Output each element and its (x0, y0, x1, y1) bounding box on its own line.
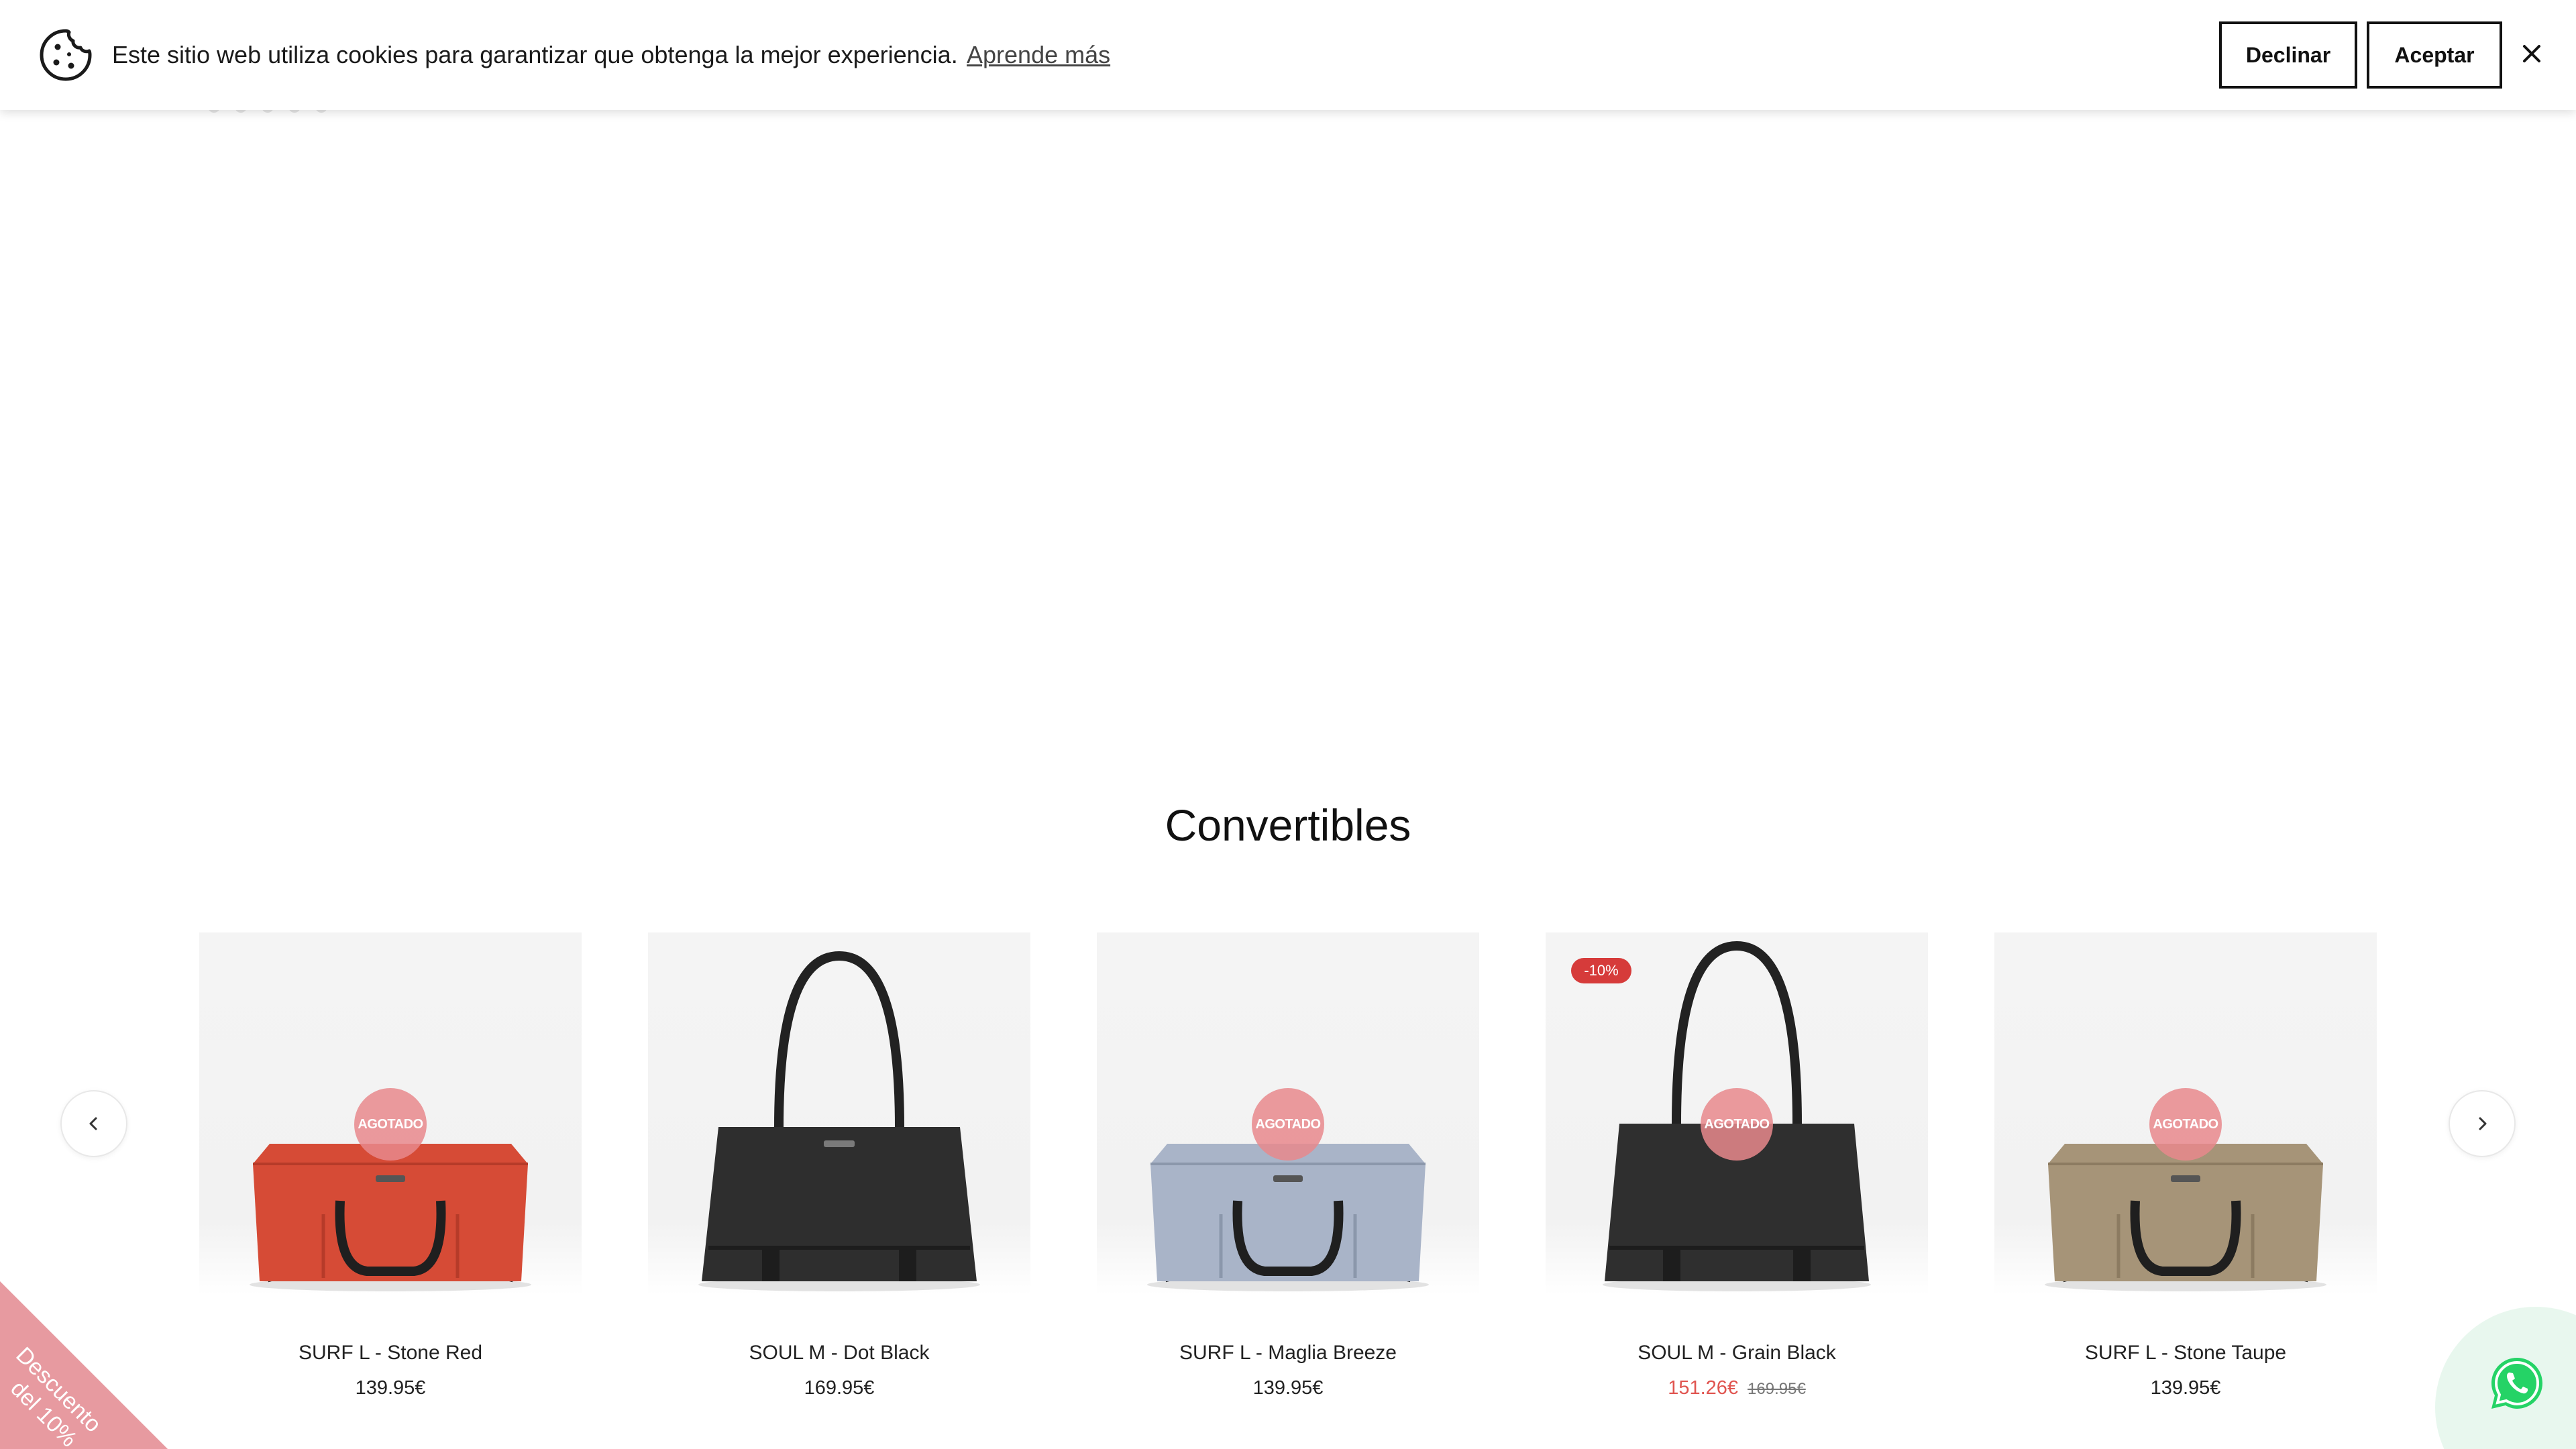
product-price: 169.95€ (804, 1377, 875, 1399)
product-card[interactable]: AGOTADO SURF L - Maglia Breeze 139.95€ (1097, 932, 1479, 1399)
discount-badge: -10% (1571, 958, 1631, 983)
carousel-prev-button[interactable] (60, 1090, 127, 1157)
chevron-left-icon (89, 1117, 97, 1130)
sale-price: 151.26€ (1668, 1377, 1739, 1399)
bag-image (698, 951, 980, 1291)
whatsapp-icon[interactable] (2487, 1354, 2546, 1413)
product-name[interactable]: SOUL M - Grain Black (1546, 1340, 1928, 1366)
product-image[interactable] (648, 932, 1030, 1295)
product-card[interactable]: SOUL M - Dot Black 169.95€ (648, 932, 1030, 1399)
discount-ribbon: Descuento del 10% (0, 1281, 168, 1449)
product-name[interactable]: SURF L - Stone Taupe (1994, 1340, 2377, 1366)
sold-out-badge: AGOTADO (354, 1088, 427, 1161)
cookie-message: Este sitio web utiliza cookies para gara… (112, 41, 958, 68)
product-image[interactable]: AGOTADO (1994, 932, 2377, 1295)
product-name[interactable]: SURF L - Stone Red (199, 1340, 582, 1366)
cookie-banner: Este sitio web utiliza cookies para gara… (0, 0, 2576, 110)
product-name[interactable]: SOUL M - Dot Black (648, 1340, 1030, 1366)
product-image[interactable]: AGOTADO (199, 932, 582, 1295)
carousel-next-button[interactable] (2449, 1090, 2516, 1157)
product-price: 139.95€ (355, 1377, 426, 1399)
sold-out-badge: AGOTADO (1252, 1088, 1324, 1161)
product-image[interactable]: -10% AGOTADO (1546, 932, 1928, 1295)
cookie-icon (40, 29, 92, 81)
product-name[interactable]: SURF L - Maglia Breeze (1097, 1340, 1479, 1366)
section-title: Convertibles (1165, 800, 1411, 850)
discount-promo[interactable]: Descuento del 10% (0, 1281, 168, 1449)
decline-button[interactable]: Declinar (2219, 21, 2357, 89)
product-card[interactable]: AGOTADO SURF L - Stone Taupe 139.95€ (1994, 932, 2377, 1399)
original-price: 169.95€ (1748, 1380, 1806, 1398)
sold-out-badge: AGOTADO (2149, 1088, 2222, 1161)
product-card[interactable]: AGOTADO SURF L - Stone Red 139.95€ (199, 932, 582, 1399)
chevron-right-icon (2479, 1117, 2487, 1130)
product-card[interactable]: -10% AGOTADO SOUL M - Grain Black 151.26… (1546, 932, 1928, 1399)
product-price: 139.95€ (1252, 1377, 1324, 1399)
product-price: 151.26€ 169.95€ (1546, 1375, 1928, 1403)
product-price: 139.95€ (2150, 1377, 2221, 1399)
accept-button[interactable]: Aceptar (2367, 21, 2502, 89)
close-icon[interactable] (2517, 39, 2546, 68)
learn-more-link[interactable]: Aprende más (967, 38, 1110, 72)
product-image[interactable]: AGOTADO (1097, 932, 1479, 1295)
sold-out-badge: AGOTADO (1701, 1088, 1773, 1161)
